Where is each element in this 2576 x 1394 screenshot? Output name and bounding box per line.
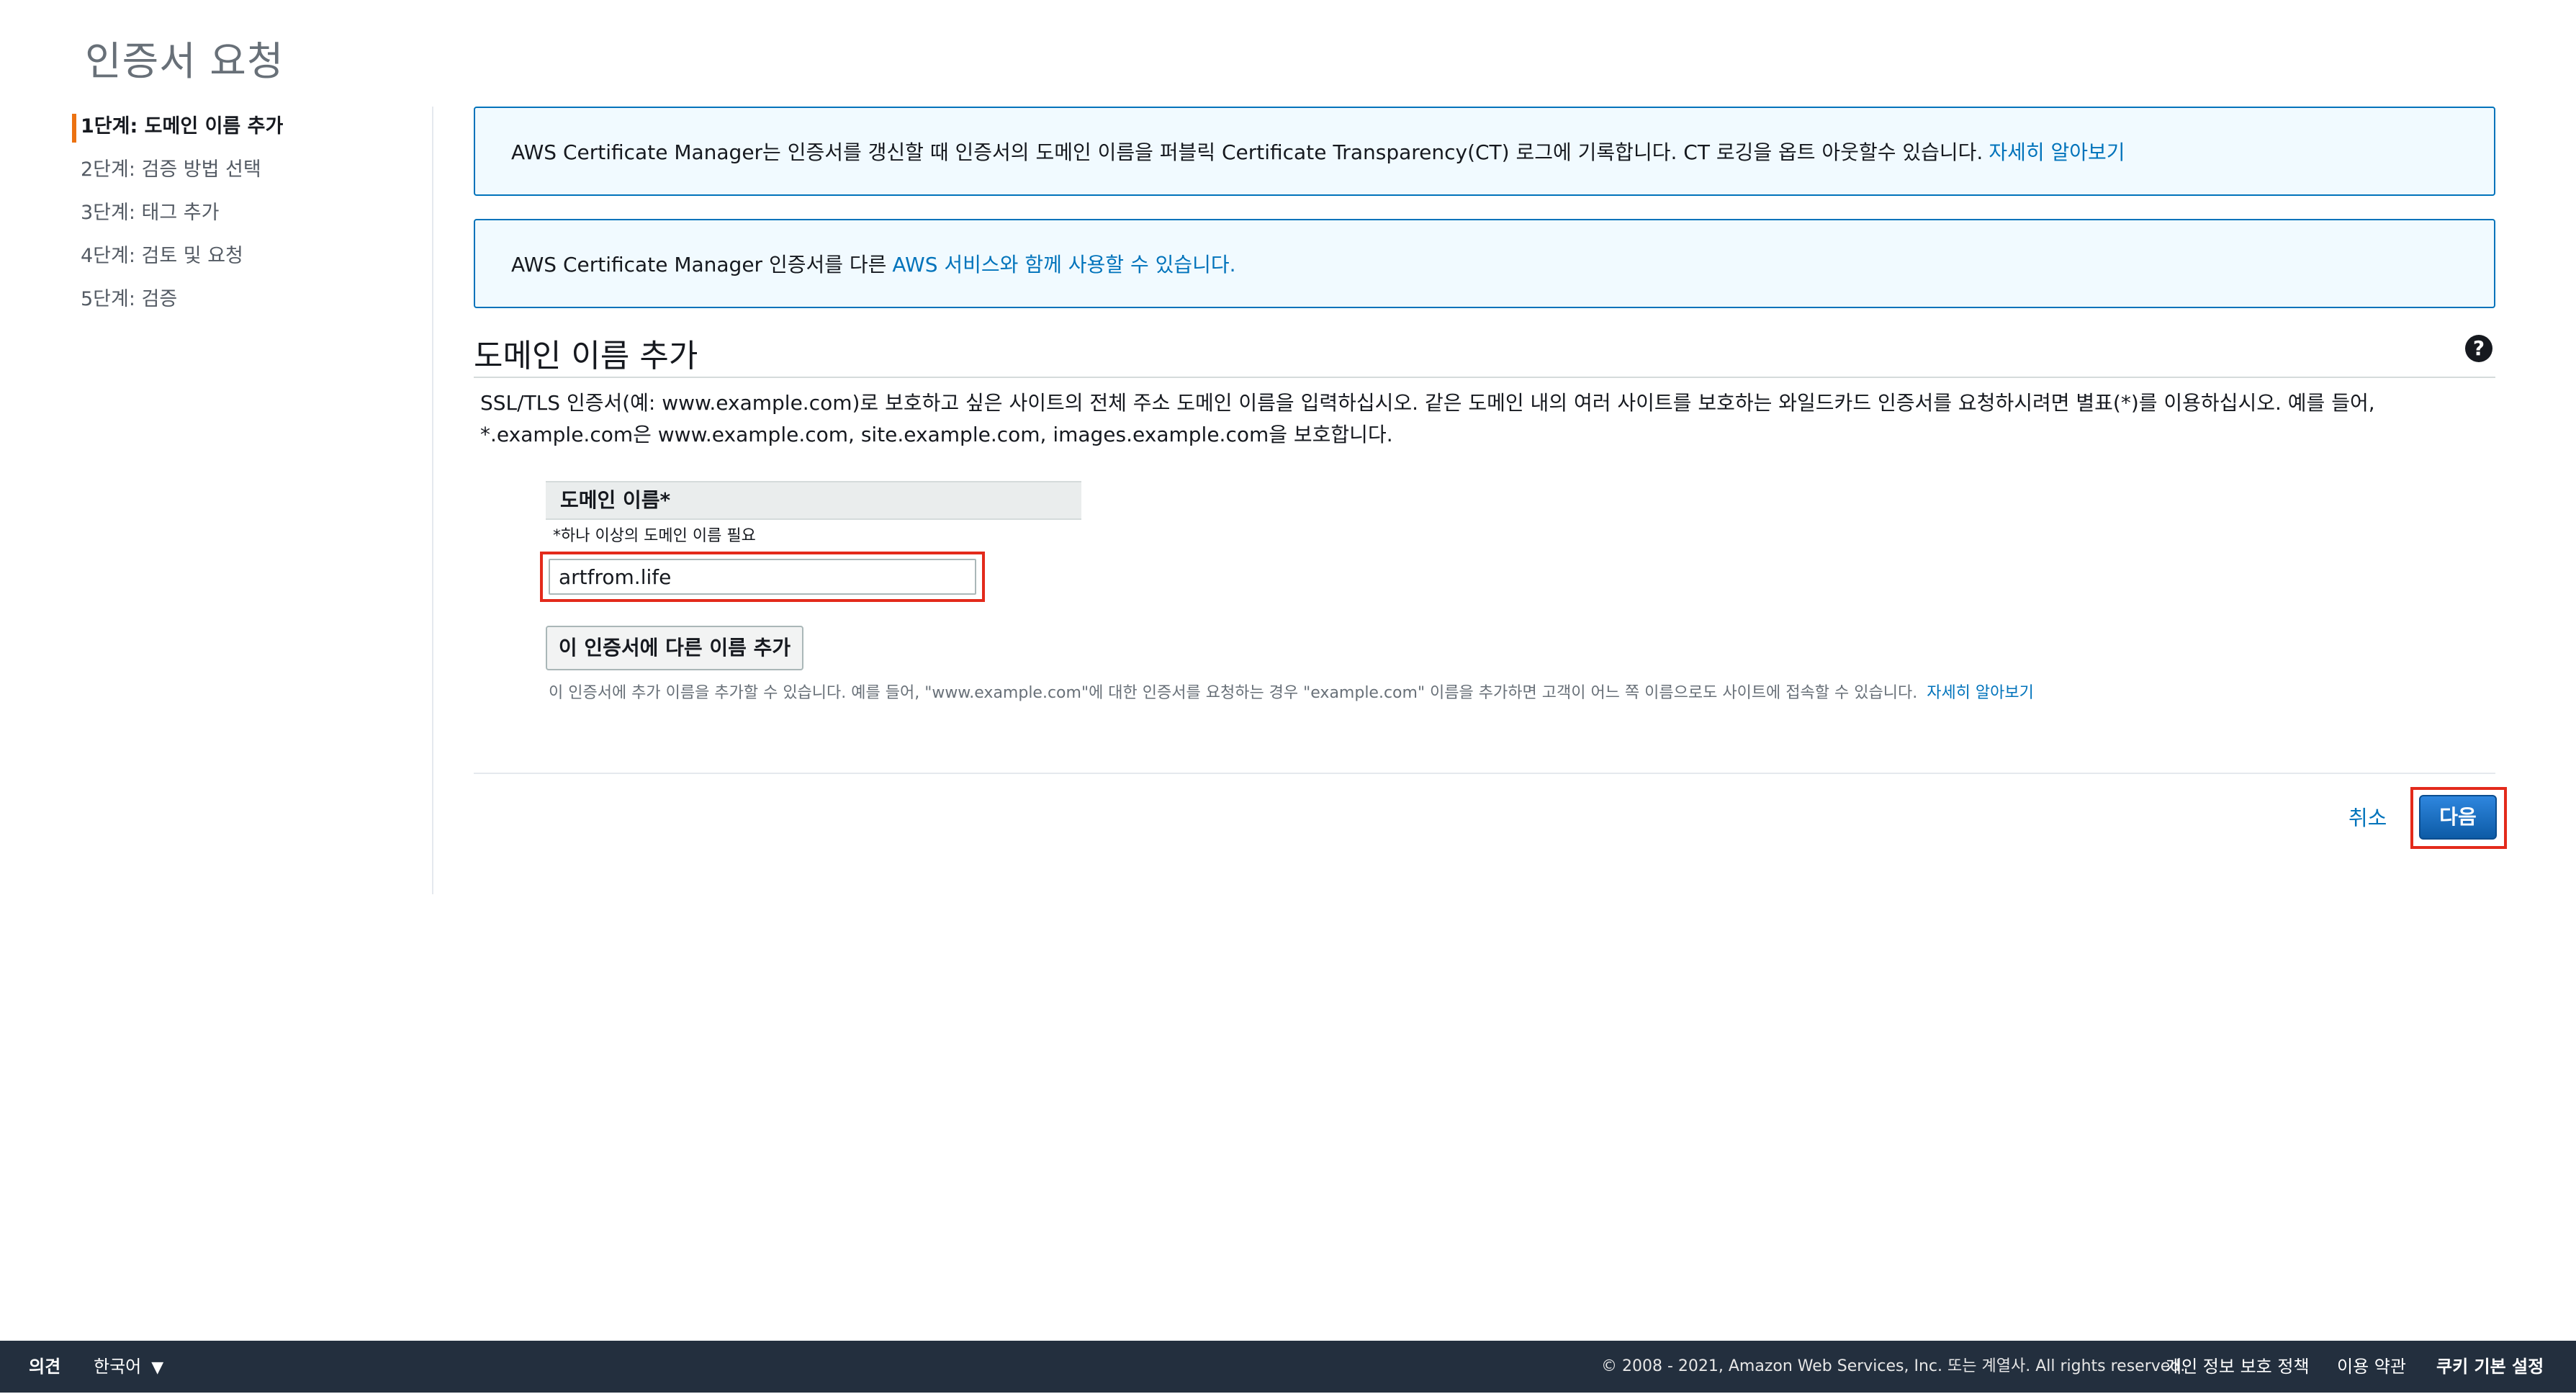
section-divider xyxy=(474,377,2495,378)
next-button[interactable]: 다음 xyxy=(2419,795,2497,840)
console-footer: 의견 한국어 ▼ © 2008 - 2021, Amazon Web Servic… xyxy=(0,1341,2576,1393)
section-description: SSL/TLS 인증서(예: www.example.com)로 보호하고 싶은… xyxy=(480,391,2375,446)
sidebar-divider xyxy=(432,107,433,894)
add-name-learn-more-link[interactable]: 자세히 알아보기 xyxy=(1927,684,2034,702)
page-title: 인증서 요청 xyxy=(85,38,284,84)
ct-logging-info-box: AWS Certificate Manager는 인증서를 갱신할 때 인증서의… xyxy=(474,107,2495,196)
cookie-preferences-link[interactable]: 쿠키 기본 설정 xyxy=(2436,1341,2544,1393)
privacy-policy-link[interactable]: 개인 정보 보호 정책 xyxy=(2166,1341,2310,1393)
wizard-steps: 1단계: 도메인 이름 추가 2단계: 검증 방법 선택 3단계: 태그 추가 … xyxy=(72,108,432,324)
ct-logging-text: AWS Certificate Manager는 인증서를 갱신할 때 인증서의… xyxy=(511,140,1983,164)
step-4-review[interactable]: 4단계: 검토 및 요청 xyxy=(72,238,432,281)
actions-divider xyxy=(474,773,2495,774)
add-name-hint: 이 인증서에 추가 이름을 추가할 수 있습니다. 예를 들어, "www.ex… xyxy=(549,680,2034,703)
step-2-validation[interactable]: 2단계: 검증 방법 선택 xyxy=(72,151,432,194)
copyright-text: © 2008 - 2021, Amazon Web Services, Inc.… xyxy=(1601,1357,2186,1375)
cancel-button[interactable]: 취소 xyxy=(2348,801,2387,832)
section-title: 도메인 이름 추가 xyxy=(474,338,698,374)
ct-learn-more-link[interactable]: 자세히 알아보기 xyxy=(1989,137,2125,166)
step-3-tags[interactable]: 3단계: 태그 추가 xyxy=(72,194,432,238)
domain-name-input[interactable] xyxy=(549,559,976,595)
add-name-hint-text: 이 인증서에 추가 이름을 추가할 수 있습니다. 예를 들어, "www.ex… xyxy=(549,684,1918,702)
caret-down-icon: ▼ xyxy=(151,1359,164,1377)
language-selector[interactable]: 한국어 ▼ xyxy=(94,1341,163,1394)
add-another-name-button[interactable]: 이 인증서에 다른 이름 추가 xyxy=(546,626,803,670)
help-icon[interactable]: ? xyxy=(2465,335,2492,362)
step-5-validate[interactable]: 5단계: 검증 xyxy=(72,281,432,324)
aws-services-info-box: AWS Certificate Manager 인증서를 다른 AWS 서비스와… xyxy=(474,219,2495,308)
domain-name-note: *하나 이상의 도메인 이름 필요 xyxy=(553,527,756,545)
aws-services-link[interactable]: AWS 서비스와 함께 사용할 수 있습니다. xyxy=(892,249,1235,278)
aws-services-text: AWS Certificate Manager 인증서를 다른 xyxy=(511,253,887,276)
feedback-button[interactable]: 의견 xyxy=(29,1341,60,1393)
domain-name-header: 도메인 이름* xyxy=(546,481,1081,520)
step-1-add-domain[interactable]: 1단계: 도메인 이름 추가 xyxy=(72,108,432,151)
language-label: 한국어 xyxy=(94,1357,142,1377)
terms-link[interactable]: 이용 약관 xyxy=(2337,1341,2406,1393)
